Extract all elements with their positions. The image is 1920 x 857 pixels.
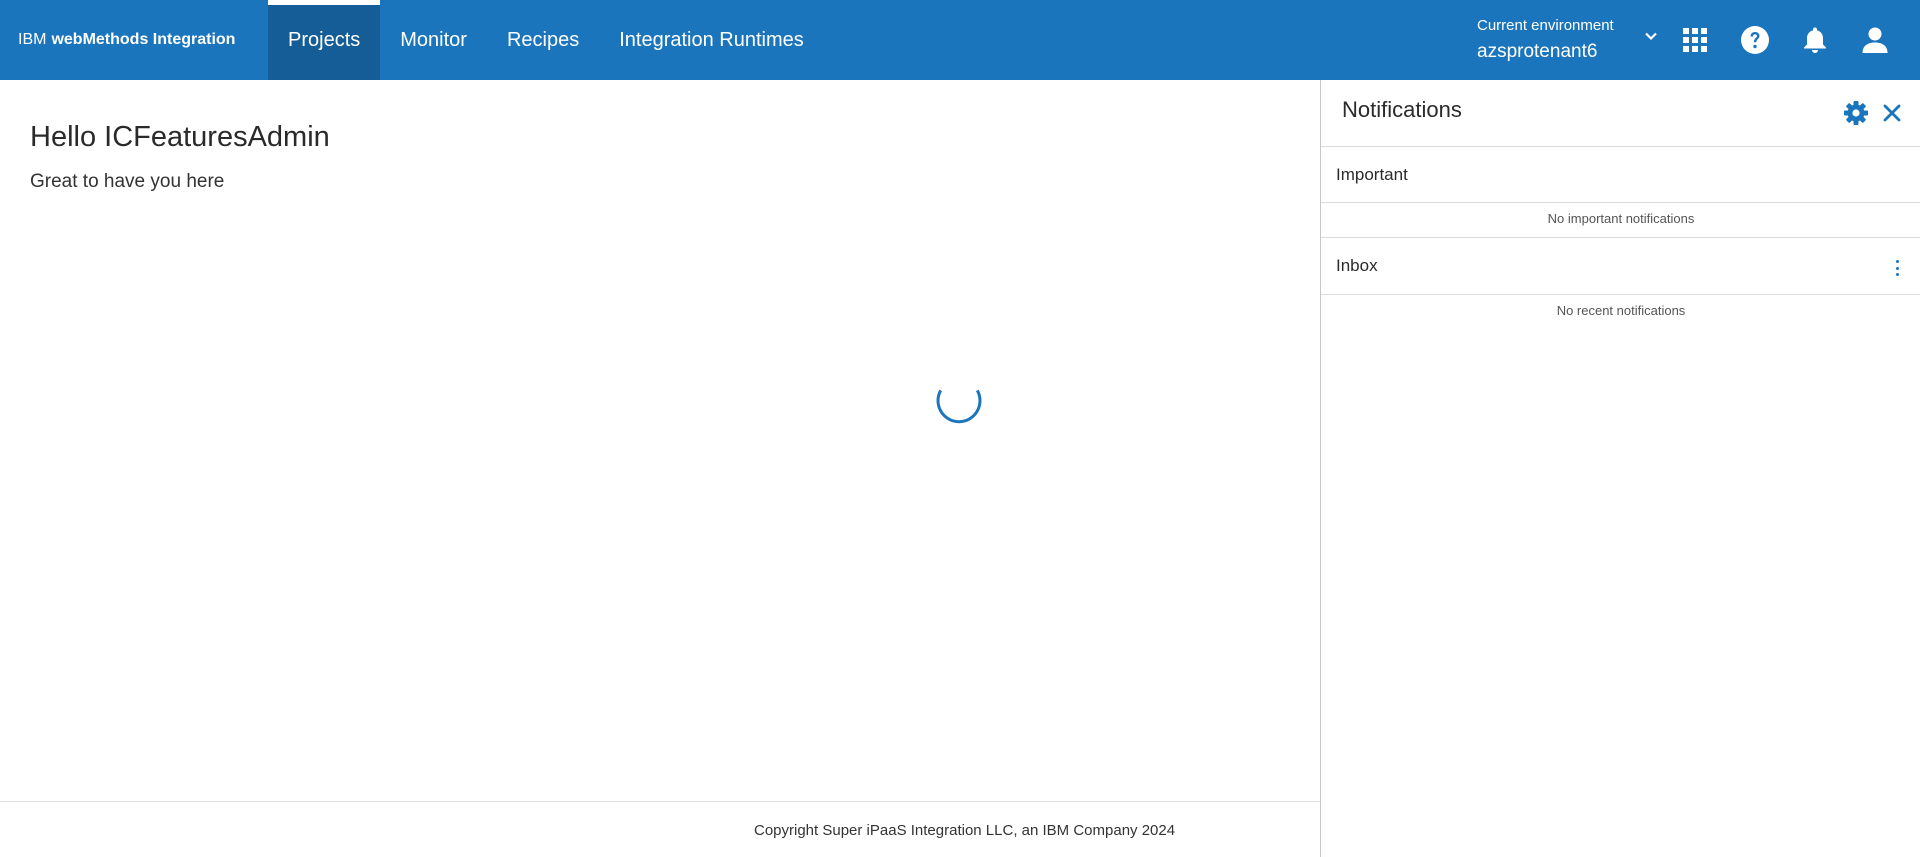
close-icon[interactable] xyxy=(1881,102,1903,124)
page-subtitle: Great to have you here xyxy=(30,171,225,192)
tab-integration-runtimes[interactable]: Integration Runtimes xyxy=(599,0,824,80)
user-icon[interactable] xyxy=(1857,22,1893,58)
copyright-text: Copyright Super iPaaS Integration LLC, a… xyxy=(754,822,1176,839)
divider xyxy=(1321,202,1920,203)
brand-logo[interactable]: IBM webMethods Integration xyxy=(18,0,235,80)
main-nav: Projects Monitor Recipes Integration Run… xyxy=(268,0,824,80)
app-switcher-icon[interactable] xyxy=(1677,22,1713,58)
main-content: Hello ICFeaturesAdmin Great to have you … xyxy=(0,80,1320,857)
inbox-empty-message: No recent notifications xyxy=(1556,303,1686,318)
brand-prefix: IBM xyxy=(18,31,47,48)
divider xyxy=(1321,146,1920,147)
bell-icon[interactable] xyxy=(1797,22,1833,58)
important-empty-message: No important notifications xyxy=(1547,211,1695,226)
important-heading: Important xyxy=(1336,165,1408,184)
divider xyxy=(1321,237,1920,238)
environment-label: Current environment xyxy=(1477,16,1614,34)
tab-monitor[interactable]: Monitor xyxy=(380,0,487,80)
loading-spinner xyxy=(927,370,991,434)
inbox-heading: Inbox xyxy=(1336,256,1378,275)
footer-divider xyxy=(0,801,1320,802)
notifications-panel: Notifications Important No important not… xyxy=(1320,80,1920,857)
environment-selector[interactable]: Current environment azsprotenant6 xyxy=(1477,0,1614,80)
tab-projects[interactable]: Projects xyxy=(268,0,381,80)
tab-recipes[interactable]: Recipes xyxy=(487,0,599,80)
notifications-title: Notifications xyxy=(1342,97,1462,122)
page-title: Hello ICFeaturesAdmin xyxy=(30,121,330,153)
top-header: IBM webMethods Integration Projects Moni… xyxy=(0,0,1920,80)
gear-icon[interactable] xyxy=(1843,100,1869,126)
more-options-icon[interactable] xyxy=(1891,257,1903,279)
chevron-down-icon[interactable] xyxy=(1643,28,1659,44)
environment-value: azsprotenant6 xyxy=(1477,40,1598,62)
divider xyxy=(1321,294,1920,295)
help-icon[interactable] xyxy=(1737,22,1773,58)
brand-product: webMethods Integration xyxy=(51,31,236,48)
